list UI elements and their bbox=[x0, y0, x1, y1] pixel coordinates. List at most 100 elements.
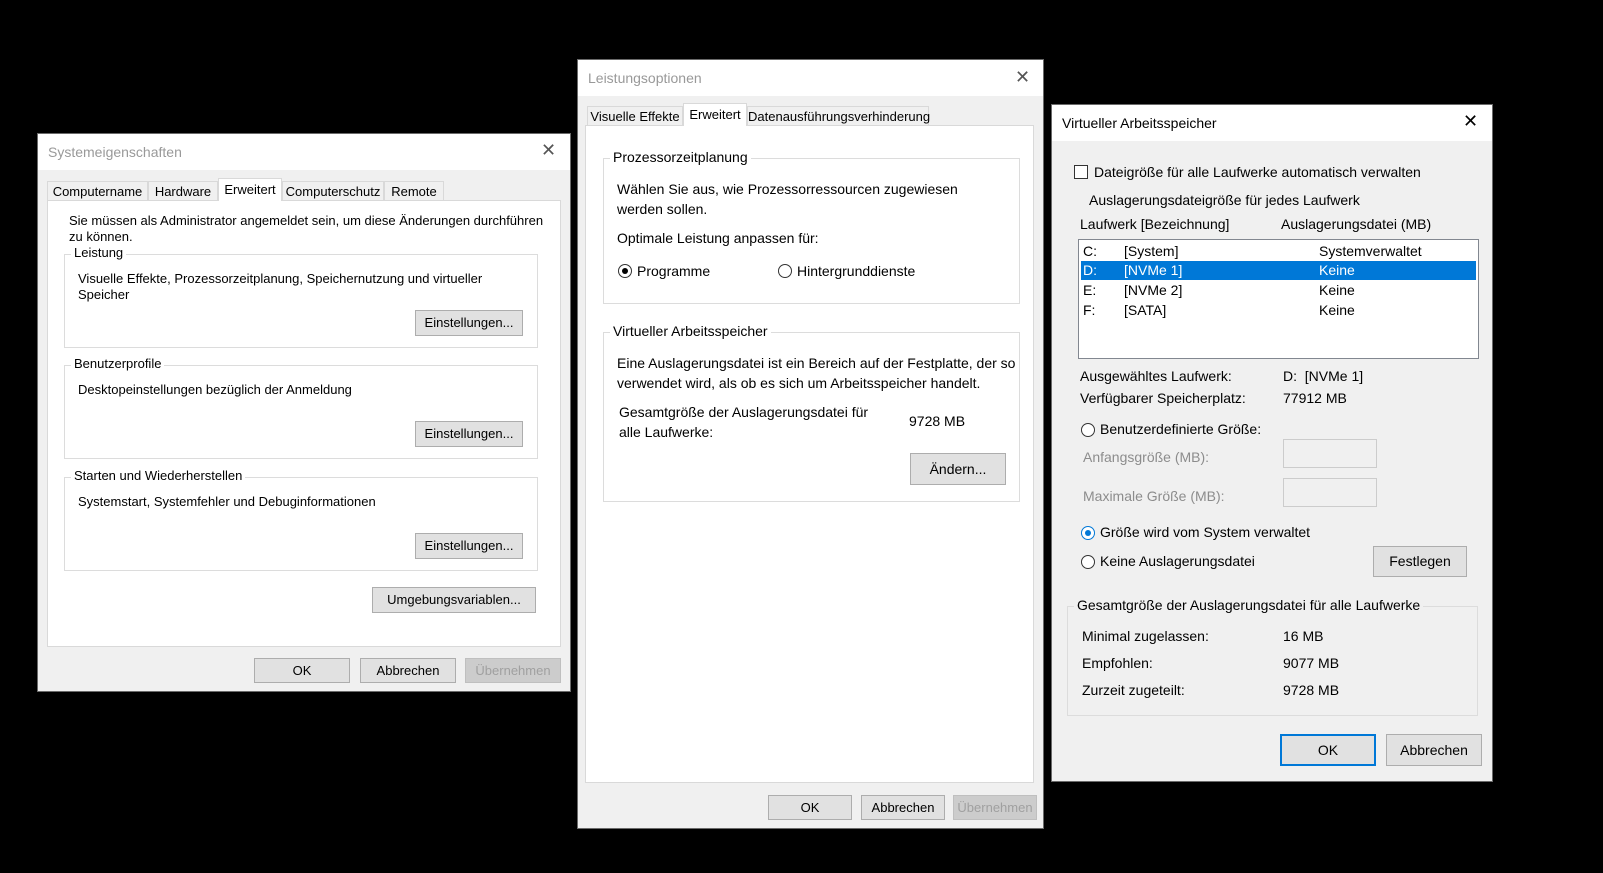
prozessorzeitplanung-group: Prozessorzeitplanung Wählen Sie aus, wie… bbox=[603, 149, 1020, 304]
initial-size-input[interactable] bbox=[1283, 439, 1377, 468]
prozessorzeitplanung-heading: Prozessorzeitplanung bbox=[610, 149, 751, 165]
total-size-label: Gesamtgröße der Auslagerungsdatei für al… bbox=[619, 404, 869, 440]
close-icon[interactable]: ✕ bbox=[1463, 111, 1478, 132]
tab-panel: Sie müssen als Administrator angemeldet … bbox=[47, 200, 561, 647]
optimize-label: Optimale Leistung anpassen für: bbox=[617, 230, 819, 246]
apply-button[interactable]: Übernehmen bbox=[465, 658, 561, 683]
drive-label: [NVMe 2] bbox=[1124, 282, 1183, 298]
auto-manage-checkbox[interactable] bbox=[1074, 165, 1088, 179]
window-title: Leistungsoptionen bbox=[588, 70, 702, 86]
leistung-settings-button[interactable]: Einstellungen... bbox=[415, 310, 523, 336]
leistung-heading: Leistung bbox=[71, 245, 127, 260]
custom-size-radio[interactable] bbox=[1081, 423, 1095, 437]
virtueller-arbeitsspeicher-heading: Virtueller Arbeitsspeicher bbox=[610, 323, 771, 339]
systemeigenschaften-window: Systemeigenschaften ✕ Computername Hardw… bbox=[38, 134, 570, 691]
drive-pagefile: Keine bbox=[1319, 262, 1355, 278]
cancel-button[interactable]: Abbrechen bbox=[360, 658, 456, 683]
cancel-button[interactable]: Abbrechen bbox=[1386, 734, 1482, 766]
apply-button[interactable]: Übernehmen bbox=[953, 795, 1037, 820]
tab-visuelle-effekte[interactable]: Visuelle Effekte bbox=[587, 106, 683, 126]
environment-variables-button[interactable]: Umgebungsvariablen... bbox=[372, 587, 536, 613]
drive-letter: D: bbox=[1083, 262, 1097, 278]
hintergrunddienste-radio[interactable] bbox=[778, 264, 792, 278]
tab-hardware[interactable]: Hardware bbox=[148, 181, 218, 201]
cancel-button[interactable]: Abbrechen bbox=[861, 795, 945, 820]
tab-panel: Prozessorzeitplanung Wählen Sie aus, wie… bbox=[585, 125, 1034, 783]
no-pagefile-label[interactable]: Keine Auslagerungsdatei bbox=[1100, 553, 1255, 569]
virtuell-text: Eine Auslagerungsdatei ist ein Bereich a… bbox=[617, 355, 1016, 391]
virtueller-arbeitsspeicher-group: Virtueller Arbeitsspeicher Eine Auslager… bbox=[603, 323, 1020, 502]
leistung-description: Visuelle Effekte, Prozessorzeitplanung, … bbox=[78, 271, 483, 302]
no-pagefile-radio[interactable] bbox=[1081, 555, 1095, 569]
title-bar: Systemeigenschaften ✕ bbox=[38, 134, 570, 170]
leistungsoptionen-window: Leistungsoptionen ✕ Visuelle Effekte Erw… bbox=[578, 60, 1043, 828]
per-drive-heading: Auslagerungsdateigröße für jedes Laufwer… bbox=[1089, 192, 1360, 208]
auto-manage-label[interactable]: Dateigröße für alle Laufwerke automatisc… bbox=[1094, 164, 1421, 180]
drive-letter: E: bbox=[1083, 282, 1097, 298]
starten-group: Starten und Wiederherstellen Systemstart… bbox=[64, 468, 538, 571]
benutzerprofile-settings-button[interactable]: Einstellungen... bbox=[415, 421, 523, 447]
benutzerprofile-group: Benutzerprofile Desktopeinstellungen bez… bbox=[64, 356, 538, 459]
virtueller-arbeitsspeicher-window: Virtueller Arbeitsspeicher ✕ Dateigröße … bbox=[1052, 105, 1492, 781]
list-item[interactable]: E: [NVMe 2] Keine bbox=[1081, 281, 1476, 300]
list-item[interactable]: D: [NVMe 1] Keine bbox=[1081, 261, 1476, 280]
close-icon[interactable]: ✕ bbox=[541, 140, 556, 161]
current-value: 9728 MB bbox=[1283, 682, 1340, 698]
tab-erweitert[interactable]: Erweitert bbox=[218, 178, 282, 201]
drive-list[interactable]: C: [System] Systemverwaltet D: [NVMe 1] … bbox=[1078, 239, 1479, 359]
starten-heading: Starten und Wiederherstellen bbox=[71, 468, 246, 483]
benutzerprofile-heading: Benutzerprofile bbox=[71, 356, 165, 371]
tab-computername[interactable]: Computername bbox=[47, 181, 148, 201]
close-icon[interactable]: ✕ bbox=[1015, 67, 1030, 88]
programme-radio[interactable] bbox=[618, 264, 632, 278]
drive-label: [SATA] bbox=[1124, 302, 1167, 318]
tab-datenausfuehrungsverhinderung[interactable]: Datenausführungsverhinderung bbox=[747, 106, 930, 126]
recommended-label: Empfohlen: bbox=[1082, 655, 1153, 671]
col-drive-header: Laufwerk [Bezeichnung] bbox=[1080, 216, 1230, 232]
list-item[interactable]: F: [SATA] Keine bbox=[1081, 301, 1476, 320]
free-space-label: Verfügbarer Speicherplatz: bbox=[1080, 390, 1246, 406]
selected-drive-label: Ausgewähltes Laufwerk: bbox=[1080, 368, 1232, 384]
min-label: Minimal zugelassen: bbox=[1082, 628, 1209, 644]
set-button[interactable]: Festlegen bbox=[1373, 546, 1467, 577]
leistung-group: Leistung Visuelle Effekte, Prozessorzeit… bbox=[64, 245, 538, 348]
ok-button[interactable]: OK bbox=[1280, 734, 1376, 766]
change-button[interactable]: Ändern... bbox=[910, 453, 1006, 485]
benutzerprofile-description: Desktopeinstellungen bezüglich der Anmel… bbox=[78, 382, 352, 397]
tab-erweitert[interactable]: Erweitert bbox=[683, 103, 747, 126]
max-size-input[interactable] bbox=[1283, 478, 1377, 507]
hintergrunddienste-label[interactable]: Hintergrunddienste bbox=[797, 263, 915, 279]
window-title: Systemeigenschaften bbox=[48, 144, 182, 160]
totals-heading: Gesamtgröße der Auslagerungsdatei für al… bbox=[1074, 597, 1424, 613]
drive-label: [System] bbox=[1124, 243, 1179, 259]
current-label: Zurzeit zugeteilt: bbox=[1082, 682, 1185, 698]
ok-button[interactable]: OK bbox=[768, 795, 852, 820]
drive-letter: F: bbox=[1083, 302, 1096, 318]
drive-label: [NVMe 1] bbox=[1124, 262, 1183, 278]
drive-pagefile: Keine bbox=[1319, 302, 1355, 318]
programme-label[interactable]: Programme bbox=[637, 263, 710, 279]
initial-size-label: Anfangsgröße (MB): bbox=[1083, 449, 1210, 465]
tab-computerschutz[interactable]: Computerschutz bbox=[282, 181, 384, 201]
totals-group: Gesamtgröße der Auslagerungsdatei für al… bbox=[1067, 597, 1478, 716]
total-size-value: 9728 MB bbox=[909, 413, 966, 429]
recommended-value: 9077 MB bbox=[1283, 655, 1340, 671]
tab-remote[interactable]: Remote bbox=[384, 181, 444, 201]
title-bar: Leistungsoptionen ✕ bbox=[578, 60, 1043, 96]
free-space-value: 77912 MB bbox=[1283, 390, 1347, 406]
ok-button[interactable]: OK bbox=[254, 658, 350, 683]
starten-settings-button[interactable]: Einstellungen... bbox=[415, 533, 523, 559]
title-bar: Virtueller Arbeitsspeicher ✕ bbox=[1052, 105, 1492, 141]
selected-drive-value: D: [NVMe 1] bbox=[1283, 368, 1364, 384]
window-title: Virtueller Arbeitsspeicher bbox=[1062, 115, 1217, 131]
starten-description: Systemstart, Systemfehler und Debuginfor… bbox=[78, 494, 376, 509]
prozessor-text: Wählen Sie aus, wie Prozessorressourcen … bbox=[617, 181, 958, 217]
custom-size-label[interactable]: Benutzerdefinierte Größe: bbox=[1100, 421, 1261, 437]
col-pagefile-header: Auslagerungsdatei (MB) bbox=[1281, 216, 1432, 232]
drive-pagefile: Keine bbox=[1319, 282, 1355, 298]
drive-letter: C: bbox=[1083, 243, 1097, 259]
system-managed-radio[interactable] bbox=[1081, 526, 1095, 540]
list-item[interactable]: C: [System] Systemverwaltet bbox=[1081, 242, 1476, 261]
min-value: 16 MB bbox=[1283, 628, 1324, 644]
system-managed-label[interactable]: Größe wird vom System verwaltet bbox=[1100, 524, 1310, 540]
